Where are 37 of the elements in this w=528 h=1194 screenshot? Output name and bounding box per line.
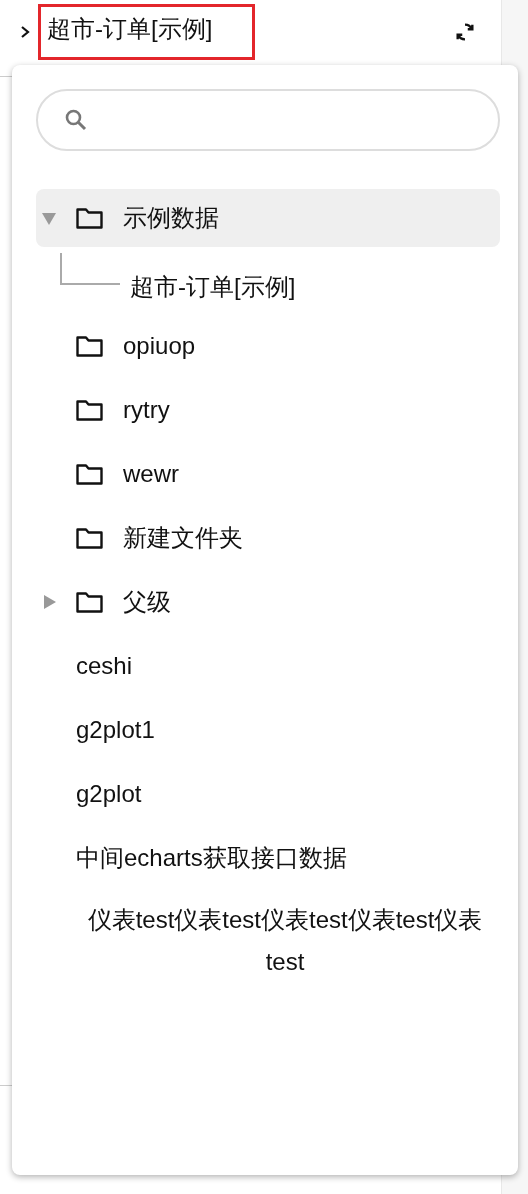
folder-label: opiuop xyxy=(123,331,196,361)
folder-label: 新建文件夹 xyxy=(123,523,243,553)
tree-item[interactable]: 超市-订单[示例] xyxy=(130,271,296,303)
tree-item[interactable]: g2plot1 xyxy=(36,701,500,759)
folder-row[interactable]: wewr xyxy=(36,445,500,503)
dataset-title[interactable]: 超市-订单[示例] xyxy=(38,4,256,60)
item-label: 中间echarts获取接口数据 xyxy=(76,843,348,873)
chevron-right-icon[interactable] xyxy=(20,25,30,39)
item-label: 仪表test仪表test仪表test仪表test仪表test xyxy=(86,905,484,977)
tree-connector-line xyxy=(60,253,120,285)
folder-icon xyxy=(76,463,103,485)
item-label: g2plot1 xyxy=(76,715,156,745)
folder-icon xyxy=(76,207,103,229)
item-label: g2plot xyxy=(76,779,143,809)
item-label: ceshi xyxy=(76,651,134,681)
folder-row[interactable]: rytry xyxy=(36,381,500,439)
caret-right-icon[interactable] xyxy=(42,595,56,609)
folder-row[interactable]: 父级 xyxy=(36,573,500,631)
folder-label: rytry xyxy=(123,395,170,425)
folder-label: 示例数据 xyxy=(123,203,219,233)
search-icon xyxy=(64,108,88,132)
folder-icon xyxy=(76,591,103,613)
search-field[interactable] xyxy=(36,89,500,151)
folder-icon xyxy=(76,527,103,549)
folder-row[interactable]: 新建文件夹 xyxy=(36,509,500,567)
tree-item[interactable]: ceshi xyxy=(36,637,500,695)
folder-icon xyxy=(76,399,103,421)
caret-down-icon[interactable] xyxy=(42,211,56,225)
tree-item[interactable]: 仪表test仪表test仪表test仪表test仪表test xyxy=(36,893,500,989)
folder-row[interactable]: 示例数据 xyxy=(36,189,500,247)
folder-label: 父级 xyxy=(123,587,171,617)
tree-item[interactable]: g2plot xyxy=(36,765,500,823)
tree-item[interactable]: 中间echarts获取接口数据 xyxy=(36,829,500,887)
folder-label: wewr xyxy=(123,459,179,489)
folder-icon xyxy=(76,335,103,357)
folder-row[interactable]: opiuop xyxy=(36,317,500,375)
refresh-icon[interactable] xyxy=(454,21,476,43)
